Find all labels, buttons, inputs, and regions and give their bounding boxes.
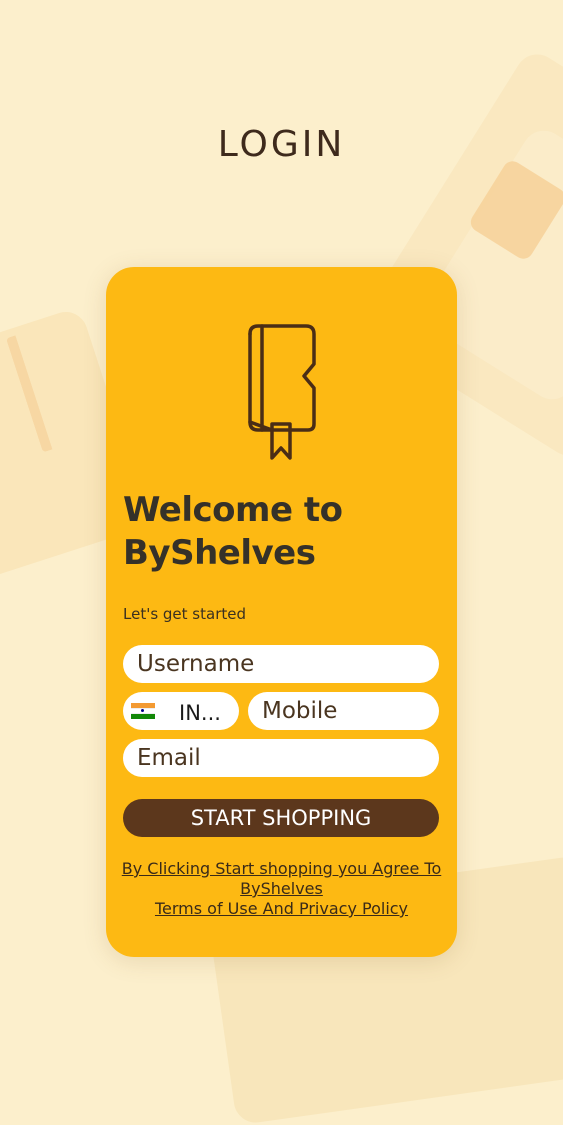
terms-of-use-privacy-link[interactable]: Terms of Use And Privacy Policy xyxy=(106,899,457,919)
username-field[interactable]: Username xyxy=(123,645,439,683)
terms-line-2[interactable]: ByShelves xyxy=(106,879,457,899)
terms-notice: By Clicking Start shopping you Agree To … xyxy=(106,859,457,919)
mobile-field[interactable]: Mobile xyxy=(248,692,439,730)
welcome-line-1: Welcome to xyxy=(123,490,343,530)
page-title: LOGIN xyxy=(217,124,346,165)
country-code-selector[interactable]: IN... xyxy=(123,692,239,730)
india-flag-icon xyxy=(131,703,155,720)
login-card: Welcome to ByShelves Let's get started U… xyxy=(106,267,457,957)
email-field[interactable]: Email xyxy=(123,739,439,777)
email-placeholder: Email xyxy=(137,745,201,771)
country-code-value: IN... xyxy=(179,701,221,725)
username-placeholder: Username xyxy=(137,651,255,677)
terms-line-1[interactable]: By Clicking Start shopping you Agree To xyxy=(106,859,457,879)
welcome-line-2: ByShelves xyxy=(123,533,316,573)
welcome-heading: Welcome to ByShelves xyxy=(123,489,443,575)
start-shopping-button[interactable]: START SHOPPING xyxy=(123,799,439,837)
book-bookmark-icon xyxy=(248,324,316,460)
mobile-placeholder: Mobile xyxy=(262,698,338,724)
subtitle: Let's get started xyxy=(123,605,246,623)
